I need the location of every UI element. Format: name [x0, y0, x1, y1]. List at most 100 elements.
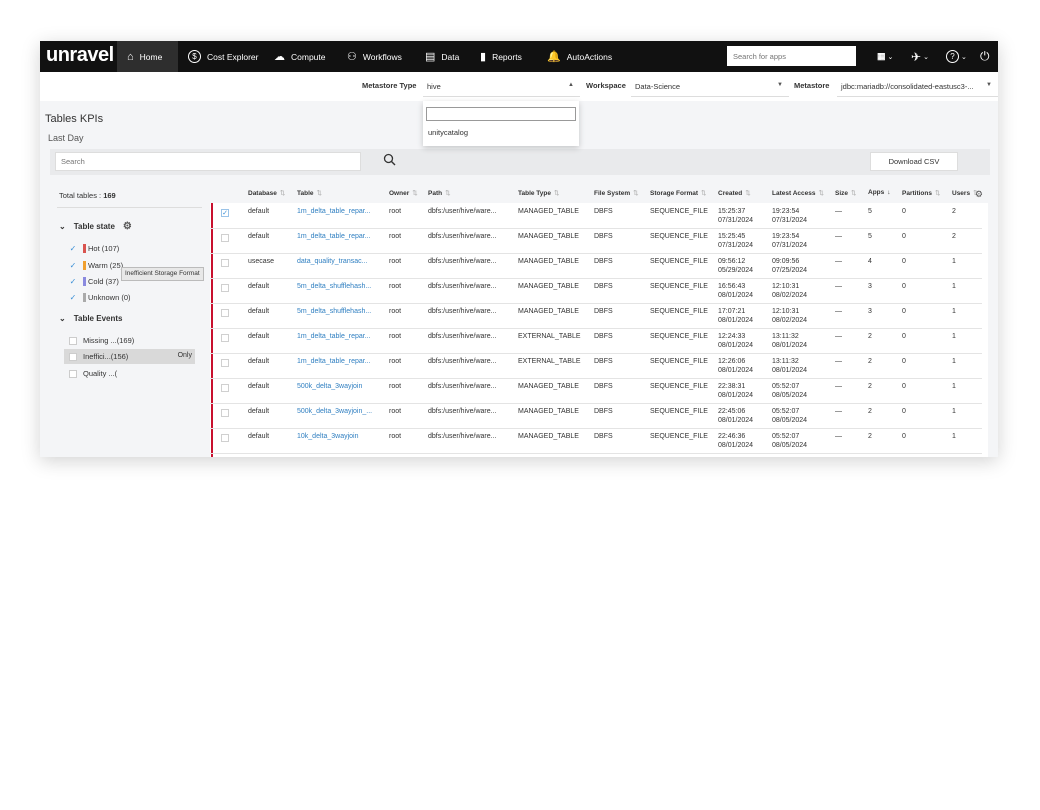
cell-table[interactable]: 1m_delta_table_repar... — [297, 332, 371, 341]
col-apps[interactable]: Apps ↓ — [868, 189, 891, 196]
cell-apps: 4 — [868, 258, 872, 265]
download-csv-button[interactable]: Download CSV — [870, 152, 958, 171]
col-database[interactable]: Database ⇅ — [248, 189, 285, 197]
filter-unknown[interactable]: ✓ Unknown (0) — [69, 293, 131, 302]
cell-db: default — [248, 308, 270, 315]
tooltip: Inefficient Storage Format — [121, 267, 204, 281]
row-checkbox[interactable] — [221, 409, 229, 417]
table-row[interactable]: default 10k_delta_3wayjoin root dbfs:/user/… — [210, 428, 982, 454]
col-created[interactable]: Created ⇅ — [718, 189, 751, 197]
cell-owner: root — [389, 308, 402, 315]
dropdown-option-unitycatalog[interactable]: unitycatalog — [428, 128, 468, 137]
apps-menu[interactable]: ▦ ⌄ — [877, 41, 893, 72]
col-partitions[interactable]: Partitions ⇅ — [902, 189, 940, 197]
table-row[interactable]: default 500k_delta_3wayjoin root dbfs:/user… — [210, 378, 982, 404]
filter-cold[interactable]: ✓ Cold (37) — [69, 277, 119, 286]
table-row[interactable]: usecase data_quality_transac... root dbfs:/… — [210, 253, 982, 279]
col-storage-format[interactable]: Storage Format ⇅ — [650, 189, 707, 197]
row-checkbox[interactable] — [221, 359, 229, 367]
cell-users: 2 — [952, 208, 956, 215]
checkbox[interactable] — [69, 369, 77, 378]
row-checkbox[interactable] — [221, 434, 229, 442]
row-checkbox[interactable] — [221, 384, 229, 392]
rocket-menu[interactable]: ✈ ⌄ — [911, 41, 929, 72]
table-row[interactable]: default 1m_delta_table_repar... root dbfs:/… — [210, 228, 982, 254]
checkbox[interactable] — [69, 336, 77, 345]
cell-latest-access: 13:11:32 08/01/2024 — [772, 333, 808, 349]
cell-fs: DBFS — [594, 283, 613, 290]
nav-data[interactable]: ▤ Data — [425, 41, 459, 72]
row-checkbox[interactable] — [221, 259, 229, 267]
col-file-system[interactable]: File System ⇅ — [594, 189, 639, 197]
cell-path: dbfs:/user/hive/ware... — [428, 358, 497, 365]
table-row[interactable]: default 1m_delta_table_repar... root dbfs:/… — [210, 328, 982, 354]
power-button[interactable]: ⏻ — [980, 41, 990, 72]
only-button[interactable]: Only — [178, 352, 192, 359]
cell-size: — — [835, 433, 842, 440]
gear-icon[interactable]: ⚙ — [123, 221, 132, 232]
cell-table[interactable]: 1m_delta_table_repar... — [297, 207, 371, 216]
workspace-select[interactable]: Data-Science ▼ — [631, 76, 789, 97]
cell-table[interactable]: 500k_delta_3wayjoin_... — [297, 407, 372, 416]
filter-inefficient[interactable]: Ineffici...(156) Only — [64, 349, 195, 364]
filter-quality[interactable]: Quality ...( — [69, 369, 117, 378]
check-icon[interactable]: ✓ — [69, 277, 77, 286]
row-checkbox[interactable]: ✓ — [221, 209, 229, 217]
table-state-header[interactable]: ⌄ Table state ⚙ — [59, 221, 132, 232]
cell-table[interactable]: 500k_delta_3wayjoin — [297, 382, 362, 391]
cell-db: default — [248, 433, 270, 440]
cell-type: EXTERNAL_TABLE — [518, 358, 581, 365]
app-search-input[interactable] — [727, 46, 856, 66]
check-icon[interactable]: ✓ — [69, 261, 77, 270]
table-events-header[interactable]: ⌄ Table Events — [59, 314, 122, 323]
col-owner[interactable]: Owner ⇅ — [389, 189, 418, 197]
nav-workflows[interactable]: ⚇ Workflows — [347, 41, 402, 72]
row-checkbox[interactable] — [221, 334, 229, 342]
table-row[interactable]: default 500k_delta_3wayjoin_... root dbfs:/… — [210, 403, 982, 429]
check-icon[interactable]: ✓ — [69, 293, 77, 302]
table-row[interactable]: ✓ default 1m_delta_table_repar... root dbfs:… — [210, 203, 982, 229]
cell-apps: 2 — [868, 333, 872, 340]
cell-created: 09:56:12 05/29/2024 — [718, 258, 754, 274]
row-checkbox[interactable] — [221, 234, 229, 242]
col-path[interactable]: Path ⇅ — [428, 189, 451, 197]
help-menu[interactable]: ? ⌄ — [946, 41, 967, 72]
filter-missing[interactable]: Missing ...(169) — [69, 336, 134, 345]
table-row[interactable]: default 5m_delta_shufflehash... root dbfs:/… — [210, 303, 982, 329]
cell-table[interactable]: 5m_delta_shufflehash... — [297, 307, 371, 316]
checkbox[interactable] — [69, 352, 77, 361]
col-latest-access[interactable]: Latest Access ⇅ — [772, 189, 824, 197]
search-icon[interactable] — [383, 153, 396, 169]
cell-fs: DBFS — [594, 208, 613, 215]
cell-created: 22:46:36 08/01/2024 — [718, 433, 754, 449]
cell-owner: root — [389, 408, 402, 415]
col-size[interactable]: Size ⇅ — [835, 189, 856, 197]
cell-table[interactable]: 10k_delta_3wayjoin — [297, 432, 359, 441]
col-table[interactable]: Table ⇅ — [297, 189, 322, 197]
table-row[interactable]: default 1m_delta_table_repar... root dbfs:/… — [210, 353, 982, 379]
metastore-type-select[interactable]: hive ▲ — [423, 76, 580, 97]
col-table-type[interactable]: Table Type ⇅ — [518, 189, 559, 197]
nav-compute[interactable]: ☁ Compute — [274, 41, 326, 72]
row-checkbox[interactable] — [221, 309, 229, 317]
nav-autoactions[interactable]: 🔔 AutoActions — [547, 41, 612, 72]
cell-apps: 5 — [868, 233, 872, 240]
nav-home[interactable]: ⌂ Home — [117, 41, 178, 72]
gear-icon[interactable]: ⚙ — [975, 189, 983, 200]
check-icon[interactable]: ✓ — [69, 244, 77, 253]
filter-warm[interactable]: ✓ Warm (25) — [69, 261, 123, 270]
dropdown-filter-input[interactable] — [426, 107, 576, 121]
row-checkbox[interactable] — [221, 284, 229, 292]
cell-table[interactable]: 5m_delta_shufflehash... — [297, 282, 371, 291]
nav-reports[interactable]: ▮ Reports — [480, 41, 522, 72]
cell-table[interactable]: data_quality_transac... — [297, 257, 367, 266]
cell-table[interactable]: 1m_delta_table_repar... — [297, 357, 371, 366]
unravel-logo[interactable]: unravel — [46, 44, 114, 67]
nav-cost-explorer[interactable]: $ Cost Explorer — [188, 41, 259, 72]
cell-table[interactable]: 1m_delta_table_repar... — [297, 232, 371, 241]
table-row[interactable]: default 5m_delta_shufflehash... root dbfs:/… — [210, 278, 982, 304]
table-search-input[interactable] — [55, 152, 361, 171]
chevron-down-icon: ⌄ — [59, 314, 66, 323]
metastore-select[interactable]: jdbc:mariadb://consolidated-eastusc3-...… — [837, 76, 998, 97]
filter-hot[interactable]: ✓ Hot (107) — [69, 244, 119, 253]
